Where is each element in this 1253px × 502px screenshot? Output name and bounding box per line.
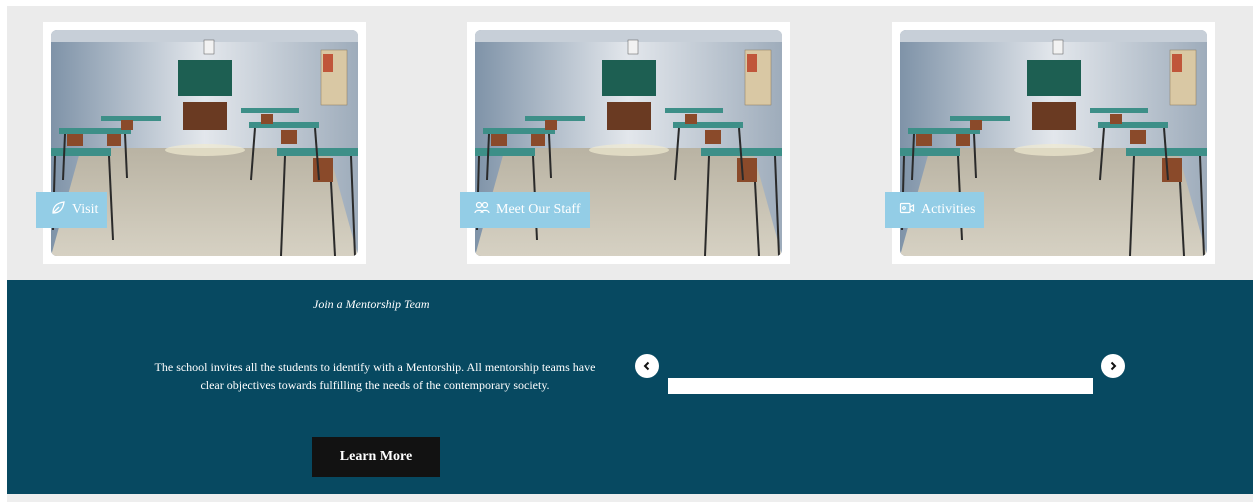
- mentorship-section: Join a Mentorship Team The school invite…: [7, 280, 1253, 494]
- feature-card-activities[interactable]: Activities: [885, 22, 1215, 264]
- leaf-icon: [50, 200, 66, 221]
- visit-button[interactable]: Visit: [36, 192, 108, 228]
- activities-label: Activities: [921, 202, 976, 217]
- chevron-left-icon: [642, 361, 652, 371]
- visit-label: Visit: [72, 202, 99, 217]
- learn-more-button[interactable]: Learn More: [312, 437, 440, 477]
- meet-our-staff-button[interactable]: Meet Our Staff: [460, 192, 590, 228]
- mentorship-description: The school invites all the students to i…: [154, 360, 596, 392]
- video-camera-icon: [899, 200, 915, 221]
- feature-card-visit[interactable]: Visit: [36, 22, 366, 264]
- slider-next-button[interactable]: [1101, 354, 1125, 378]
- mentorship-title: Join a Mentorship Team: [313, 297, 430, 311]
- slider-track[interactable]: [668, 378, 1093, 394]
- users-icon: [474, 200, 490, 221]
- slider-prev-button[interactable]: [635, 354, 659, 378]
- feature-card-staff[interactable]: Meet Our Staff: [460, 22, 790, 264]
- activities-button[interactable]: Activities: [885, 192, 985, 228]
- meet-our-staff-label: Meet Our Staff: [496, 202, 581, 217]
- chevron-right-icon: [1108, 361, 1118, 371]
- footer-strip: [7, 494, 1253, 502]
